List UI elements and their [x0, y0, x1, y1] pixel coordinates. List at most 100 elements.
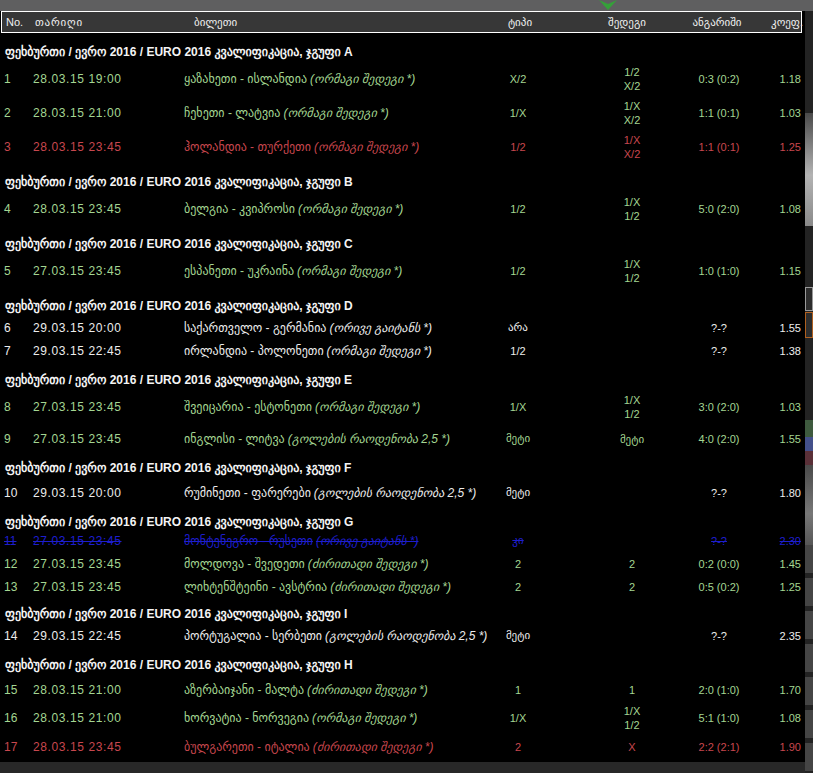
row-number: 14 [4, 624, 17, 647]
bet-outcome: 2 [574, 575, 690, 598]
group-header: ფეხბურთი / ევრო 2016 / EURO 2016 კვალიფი… [0, 296, 804, 316]
bet-outcome: 1/X1/2 [574, 390, 690, 424]
bet-type: (ორმაგი შედეგი *) [297, 264, 402, 278]
match-date: 28.03.15 21:00 [33, 96, 121, 130]
odds-value: 2.35 [741, 624, 801, 647]
bet-row: 328.03.15 23:45ჰოლანდია - თურქეთი (ორმაგ… [0, 130, 804, 164]
odds-value: 1.38 [741, 339, 801, 362]
row-number: 13 [4, 575, 17, 598]
bet-type: (ორმაგი შედეგი *) [310, 72, 415, 86]
bet-type: (გოლების რაოდენობა 2,5 *) [314, 486, 476, 500]
bet-pick: 1/X [466, 701, 570, 735]
bet-outcome [574, 481, 690, 504]
odds-value: 1.45 [741, 552, 801, 575]
bet-row: 1127.03.15 23:45მონტენეგრო - რუსეთი (ორი… [0, 529, 804, 552]
bet-type: (ძირითადი შედეგი *) [308, 557, 429, 571]
bet-type: (ორმაგი შედეგი *) [314, 140, 419, 154]
row-number: 8 [4, 390, 11, 424]
bet-pick: 1 [466, 678, 570, 701]
sort-arrow-icon[interactable] [598, 0, 618, 10]
match-date: 28.03.15 23:45 [33, 735, 121, 758]
bets-table-body: ფეხბურთი / ევრო 2016 / EURO 2016 კვალიფი… [0, 34, 804, 758]
row-number: 12 [4, 552, 17, 575]
bet-outcome [574, 529, 690, 552]
match-name: ირლანდია - პოლონეთი (ორმაგი შედეგი *) [184, 339, 432, 362]
col-header-no[interactable]: No. [6, 12, 23, 32]
match-date: 27.03.15 23:45 [33, 552, 121, 575]
group-header: ფეხბურთი / ევრო 2016 / EURO 2016 კვალიფი… [0, 172, 804, 192]
top-bar [0, 0, 813, 11]
match-name: აზერბაიჯანი - მალტა (ძირითადი შედეგი *) [184, 678, 428, 701]
col-header-coef[interactable]: კოეფ. [743, 12, 803, 32]
bet-type: (ორმაგი შედეგი *) [298, 202, 403, 216]
group-header: ფეხბურთი / ევრო 2016 / EURO 2016 კვალიფი… [0, 655, 804, 675]
match-name: პორტუგალია - სერბეთი (გოლების რაოდენობა … [184, 624, 487, 647]
bet-outcome: 1 [574, 678, 690, 701]
bet-pick: 1/X [466, 96, 570, 130]
bet-history-page: No. თარიღი ბილეთი ტიპი შედეგი ანგარიში კ… [0, 0, 813, 773]
match-date: 29.03.15 20:00 [33, 481, 121, 504]
odds-value: 1.70 [741, 678, 801, 701]
match-name: ხორვატია - ნორვეგია (ორმაგი შედეგი *) [184, 701, 417, 735]
match-name: შვეიცარია - ესტონეთი (ორმაგი შედეგი *) [184, 390, 420, 424]
sliver-scrollbar [805, 113, 813, 226]
bet-row: 927.03.15 23:45ინგლისი - ლიტვა (გოლების … [0, 427, 804, 450]
bet-row: 629.03.15 20:00საქართველო - გერმანია (ორ… [0, 316, 804, 339]
bet-pick: 1/X [466, 390, 570, 424]
bet-row: 2 28.03.15 21:00 ჩეხეთი - ლატვია (ორმაგი შ… [0, 96, 804, 130]
group-header: ფეხბურთი / ევრო 2016 / EURO 2016 კვალიფი… [0, 604, 804, 624]
bet-type: (ორივე გაიტანს *) [329, 321, 432, 335]
bet-type: (ძირითადი შედეგი *) [313, 740, 434, 754]
match-name: საქართველო - გერმანია (ორივე გაიტანს *) [184, 316, 432, 339]
match-name: ჩეხეთი - ლატვია (ორმაგი შედეგი *) [184, 96, 389, 130]
match-date: 28.03.15 19:00 [33, 62, 121, 96]
row-number: 4 [4, 192, 11, 226]
odds-value: 1.25 [741, 575, 801, 598]
bet-pick: 1/2 [466, 339, 570, 362]
bet-row: 1327.03.15 23:45ლიხტენშტეინი - ავსტრია (… [0, 575, 804, 598]
row-number: 6 [4, 316, 11, 339]
bet-outcome [574, 624, 690, 647]
match-name: ინგლისი - ლიტვა (გოლების რაოდენობა 2,5 *… [184, 427, 450, 450]
col-header-ticket[interactable]: ბილეთი [194, 12, 237, 32]
match-date: 29.03.15 22:45 [33, 624, 121, 647]
match-name: ჰოლანდია - თურქეთი (ორმაგი შედეგი *) [184, 130, 419, 164]
row-number: 5 [4, 254, 11, 288]
col-header-type[interactable]: ტიპი [468, 12, 572, 32]
bet-outcome: 2 [574, 552, 690, 575]
bet-pick: X/2 [466, 62, 570, 96]
bet-outcome: X [574, 735, 690, 758]
sliver-scrollbar2 [805, 465, 813, 546]
row-number: 9 [4, 427, 11, 450]
odds-value: 1.03 [741, 390, 801, 424]
col-header-result[interactable]: შედეგი [569, 12, 685, 32]
odds-value: 1.18 [741, 62, 801, 96]
sliver-image-blue [805, 437, 813, 451]
window-edge-sliver [805, 11, 813, 773]
bet-type: (ორმაგი შედეგი *) [312, 711, 417, 725]
bet-row: 14 29.03.15 22:45 პორტუგალია - სერბეთი (გო… [0, 624, 804, 647]
bet-outcome: 1/XX/2 [574, 96, 690, 130]
row-number: 2 [4, 96, 11, 130]
col-header-date[interactable]: თარიღი [35, 12, 83, 32]
match-name: მოლდოვა - შვედეთი (ძირითადი შედეგი *) [184, 552, 429, 575]
group-header: ფეხბურთი / ევრო 2016 / EURO 2016 კვალიფი… [0, 370, 804, 390]
match-name: ბულგარეთი - იტალია (ძირითადი შედეგი *) [184, 735, 433, 758]
match-date: 28.03.15 21:00 [33, 678, 121, 701]
bet-row: 1029.03.15 20:00რუმინეთი - ფარერები (გოლ… [0, 481, 804, 504]
row-number: 16 [4, 701, 17, 735]
match-name: ესპანეთი - უკრაინა (ორმაგი შედეგი *) [184, 254, 402, 288]
bet-outcome: 1/2X/2 [574, 62, 690, 96]
match-name: ლიხტენშტეინი - ავსტრია (ძირითადი შედეგი … [184, 575, 451, 598]
bet-type: (გოლების რაოდენობა 2,5 *) [288, 432, 450, 446]
match-name: მონტენეგრო - რუსეთი (ორივე გაიტანს *) [184, 529, 418, 552]
group-header: ფეხბურთი / ევრო 2016 / EURO 2016 კვალიფი… [0, 42, 804, 62]
status-bar [0, 762, 805, 773]
bet-outcome: 1/X1/2 [574, 192, 690, 226]
sliver-button-orange [805, 312, 813, 338]
row-number: 17 [4, 735, 17, 758]
bet-row: 1528.03.15 21:00აზერბაიჯანი - მალტა (ძირ… [0, 678, 804, 701]
sliver-image-green [805, 420, 813, 437]
match-date: 27.03.15 23:45 [33, 390, 121, 424]
bet-pick: მეტი [466, 624, 570, 647]
